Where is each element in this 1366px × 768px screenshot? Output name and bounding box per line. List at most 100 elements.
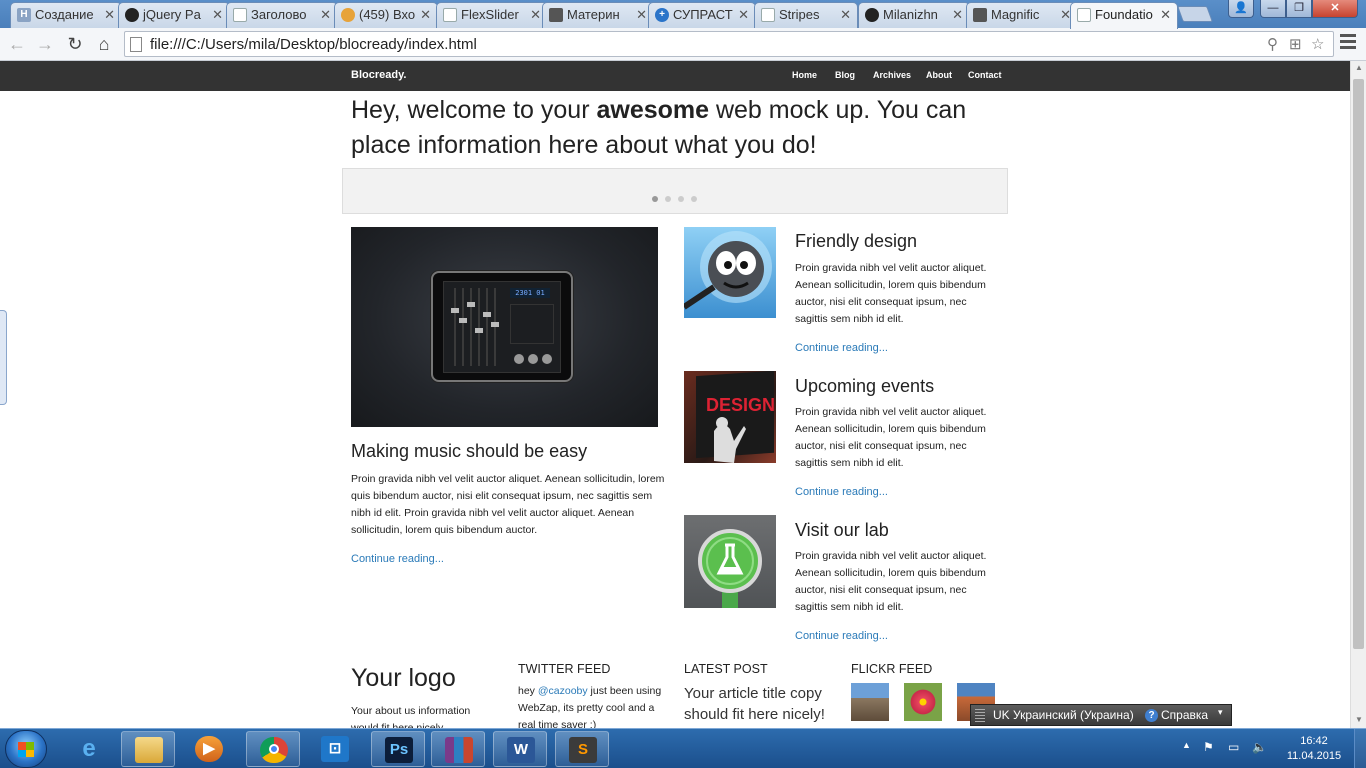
document-icon: [1077, 8, 1091, 22]
reload-button[interactable]: ↻: [64, 33, 86, 55]
site-brand[interactable]: Blocready.: [351, 69, 406, 81]
article-title[interactable]: Upcoming events: [795, 376, 934, 397]
article-title[interactable]: Visit our lab: [795, 520, 889, 541]
close-icon[interactable]: ✕: [738, 3, 749, 27]
options-icon[interactable]: ▾: [1218, 707, 1223, 718]
address-bar[interactable]: file:///C:/Users/mila/Desktop/blocready/…: [124, 31, 1334, 57]
site-topbar: Blocready. Home Blog Archives About Cont…: [0, 61, 1350, 91]
taskbar-media-player[interactable]: ▶: [182, 731, 236, 767]
show-desktop-button[interactable]: [1354, 729, 1366, 768]
article-body: Proin gravida nibh vel velit auctor aliq…: [795, 406, 987, 469]
network-icon[interactable]: ▭: [1228, 740, 1239, 754]
close-icon[interactable]: ✕: [420, 3, 431, 27]
user-icon[interactable]: 👤: [1228, 0, 1254, 18]
friendly-design-thumbnail: [684, 227, 776, 318]
image-slider[interactable]: [342, 168, 1008, 214]
slider-dot[interactable]: [652, 196, 658, 202]
minimize-button[interactable]: —: [1260, 0, 1286, 18]
browser-tab[interactable]: (459) Вхо ✕: [334, 2, 438, 28]
close-icon[interactable]: ✕: [840, 3, 851, 27]
slider-dot[interactable]: [665, 196, 671, 202]
close-icon[interactable]: ✕: [1160, 3, 1171, 27]
floating-side-widget[interactable]: [0, 310, 7, 405]
featured-title[interactable]: Making music should be easy: [351, 441, 587, 462]
page-scrollbar[interactable]: ▲ ▼: [1350, 61, 1366, 728]
article-title[interactable]: Friendly design: [795, 231, 917, 252]
nav-contact[interactable]: Contact: [968, 70, 1002, 80]
chrome-icon: [260, 737, 288, 763]
article-continue-link[interactable]: Continue reading...: [795, 342, 888, 354]
taskbar-internet-explorer[interactable]: e: [62, 731, 116, 767]
system-clock[interactable]: 16:42 11.04.2015: [1282, 734, 1346, 764]
browser-tab[interactable]: Материн ✕: [542, 2, 654, 28]
nav-home[interactable]: Home: [792, 70, 817, 80]
tray-expand-icon[interactable]: ▲: [1182, 740, 1191, 750]
volume-icon[interactable]: 🔈: [1252, 740, 1267, 754]
document-icon: [233, 8, 247, 22]
close-icon[interactable]: ✕: [636, 3, 647, 27]
nav-about[interactable]: About: [926, 70, 952, 80]
new-tab-button[interactable]: [1177, 6, 1213, 22]
close-icon[interactable]: ✕: [104, 3, 115, 27]
tablet-mixer-illustration: 2301 01: [431, 271, 573, 382]
close-icon[interactable]: ✕: [212, 3, 223, 27]
latest-post-title[interactable]: Your article title copy should fit here …: [684, 683, 844, 725]
taskbar-chrome[interactable]: [246, 731, 300, 767]
nav-archives[interactable]: Archives: [873, 70, 911, 80]
flag-icon[interactable]: ⚑: [1203, 740, 1214, 754]
browser-tab[interactable]: Stripes ✕: [754, 2, 858, 28]
slider-dot[interactable]: [691, 196, 697, 202]
help-button[interactable]: Справка: [1161, 708, 1208, 722]
taskbar-word[interactable]: W: [493, 731, 547, 767]
browser-tab[interactable]: FlexSlider ✕: [436, 2, 548, 28]
language-bar: UK Украинский (Украина) ? Справка ▾: [970, 704, 1232, 726]
footer-logo[interactable]: Your logo: [351, 664, 456, 693]
drag-handle[interactable]: [975, 709, 985, 722]
close-icon[interactable]: ✕: [952, 3, 963, 27]
browser-tab[interactable]: Заголово ✕: [226, 2, 338, 28]
browser-tab[interactable]: H Создание ✕: [10, 2, 122, 28]
photoshop-icon: Ps: [385, 737, 413, 763]
article-continue-link[interactable]: Continue reading...: [795, 630, 888, 642]
taskbar-mailru-agent[interactable]: ⊡: [308, 731, 362, 767]
home-button[interactable]: ⌂: [93, 33, 115, 55]
close-icon[interactable]: ✕: [530, 3, 541, 27]
forward-button[interactable]: →: [34, 33, 56, 55]
back-button[interactable]: ←: [6, 33, 28, 55]
maximize-button[interactable]: ❐: [1286, 0, 1312, 18]
sublime-text-icon: S: [569, 737, 597, 763]
scroll-down-arrow[interactable]: ▼: [1351, 713, 1366, 727]
taskbar-sublime-text[interactable]: S: [555, 731, 609, 767]
flickr-photo[interactable]: [904, 683, 942, 721]
taskbar-winrar[interactable]: [431, 731, 485, 767]
browser-tab[interactable]: Milanizhn ✕: [858, 2, 970, 28]
flickr-photo[interactable]: [851, 683, 889, 721]
url-text[interactable]: file:///C:/Users/mila/Desktop/blocready/…: [150, 36, 477, 53]
close-window-button[interactable]: ✕: [1312, 0, 1358, 18]
taskbar-file-explorer[interactable]: [121, 731, 175, 767]
scrollbar-thumb[interactable]: [1353, 79, 1364, 649]
featured-continue-link[interactable]: Continue reading...: [351, 553, 444, 565]
browser-tab[interactable]: + СУПРАСТ ✕: [648, 2, 756, 28]
language-selector[interactable]: UK Украинский (Украина): [993, 708, 1134, 722]
menu-icon[interactable]: [1340, 34, 1356, 52]
star-icon[interactable]: ☆: [1311, 35, 1324, 53]
upcoming-events-thumbnail: DESIGN: [684, 371, 776, 463]
material-icon: [549, 8, 563, 22]
start-button[interactable]: [5, 730, 47, 768]
scroll-up-arrow[interactable]: ▲: [1351, 61, 1366, 75]
windows-taskbar: e ▶ ⊡ Ps W S ▲ ⚑ ▭ 🔈 16:42 11.04.2015: [0, 728, 1366, 768]
close-icon[interactable]: ✕: [320, 3, 331, 27]
browser-tab[interactable]: jQuery Pa ✕: [118, 2, 230, 28]
taskbar-photoshop[interactable]: Ps: [371, 731, 425, 767]
help-icon[interactable]: ?: [1145, 709, 1158, 722]
nav-blog[interactable]: Blog: [835, 70, 855, 80]
browser-tab[interactable]: Magnific ✕: [966, 2, 1078, 28]
browser-tab-active[interactable]: Foundatio ✕: [1070, 2, 1178, 29]
article-continue-link[interactable]: Continue reading...: [795, 486, 888, 498]
clock-date: 11.04.2015: [1286, 750, 1342, 762]
translate-icon[interactable]: ⊞: [1289, 35, 1302, 53]
slider-dot[interactable]: [678, 196, 684, 202]
search-icon[interactable]: ⚲: [1267, 35, 1278, 53]
tweet-mention-link[interactable]: @cazooby: [538, 685, 588, 697]
